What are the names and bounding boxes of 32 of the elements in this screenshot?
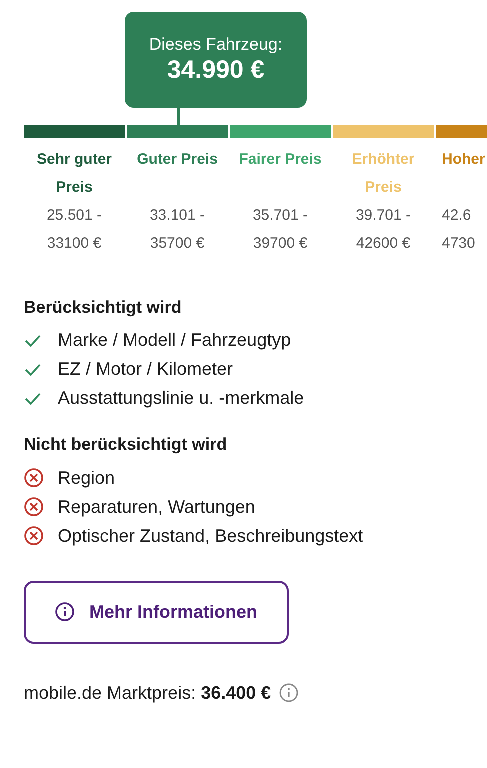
more-info-button[interactable]: Mehr Informationen [24,580,289,644]
tooltip-label: Dieses Fahrzeug: [149,34,283,56]
feature-text: Reparaturen, Wartungen [58,496,256,519]
cross-circle-icon [24,468,44,488]
segment-range: 39700 € [252,234,309,254]
market-price-text: mobile.de Marktpreis: 36.400 € [24,682,272,705]
tooltip-price: 34.990 € [167,55,265,86]
info-icon [55,602,76,622]
segment-range: 33100 € [46,234,103,254]
cross-circle-icon [24,526,44,546]
segment-label: Sehr guter Preis [36,150,113,198]
segment-range: 33.101 - [148,206,206,226]
cross-circle-icon [24,497,44,518]
segment-range: 4730 [442,234,476,254]
segment-label: Hoher [442,150,486,170]
section-title: Nicht berücksichtigt wird [24,435,228,456]
segment-label: Erhöhter Preis [351,150,416,198]
segment-range: 42600 € [355,234,412,254]
feature-text: Marke / Modell / Fahrzeugtyp [58,329,292,352]
segment-range: 25.501 - [46,206,104,226]
section-title: Berücksichtigt wird [24,298,183,318]
segment-label: Fairer Preis [238,150,323,170]
segment-range: 42.6 [442,206,472,226]
segment-range: 39.701 - [354,206,412,226]
segment-range: 35700 € [149,234,206,254]
feature-text: Region [58,466,116,490]
feature-text: Optischer Zustand, Beschreibungstext [58,524,364,548]
feature-text: EZ / Motor / Kilometer [58,358,234,382]
feature-text: Ausstattungslinie u. -merkmale [58,387,304,410]
info-icon[interactable] [279,683,300,704]
segment-range: 35.701 - [252,206,310,226]
segment-label: Guter Preis [136,150,219,170]
